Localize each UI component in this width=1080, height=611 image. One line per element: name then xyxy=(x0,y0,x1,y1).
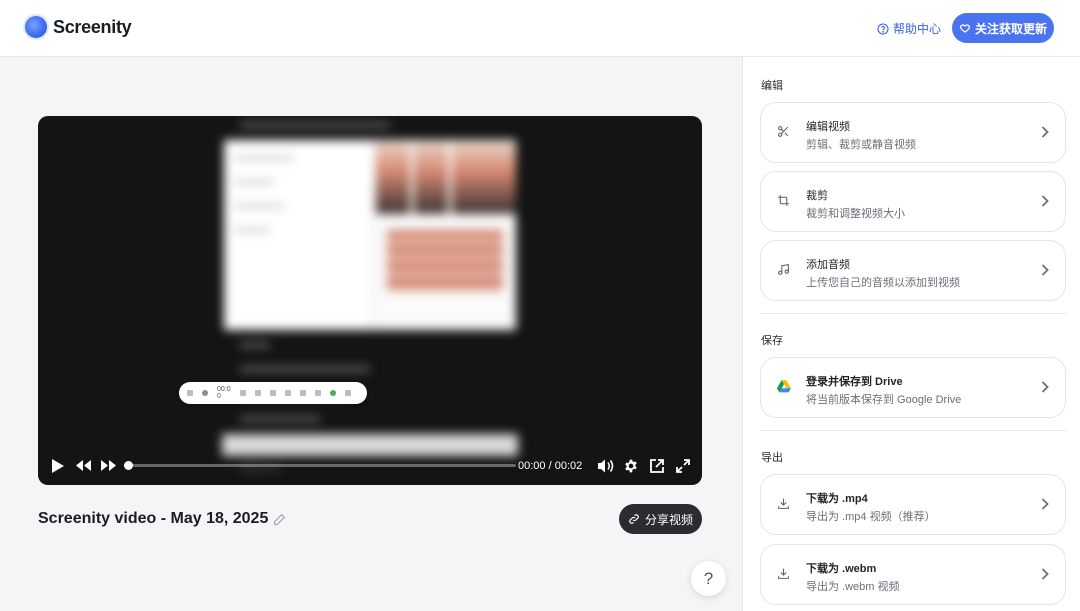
download-webm-card[interactable]: 下载为 .webm 导出为 .webm 视频 xyxy=(760,544,1066,605)
camera-icon xyxy=(345,390,351,396)
pencil-edit-icon[interactable] xyxy=(273,513,286,526)
video-title-text: Screenity video - May 18, 2025 xyxy=(38,510,269,527)
section-divider xyxy=(760,430,1066,431)
video-frame: 前往GitHub xyxy=(220,116,520,485)
help-center-link[interactable]: 帮助中心 xyxy=(877,20,941,37)
play-icon[interactable] xyxy=(51,458,65,474)
save-section-title: 保存 xyxy=(761,335,783,347)
microphone-icon xyxy=(330,390,336,396)
crop-card[interactable]: 裁剪 裁剪和调整视频大小 xyxy=(760,171,1066,232)
open-external-icon[interactable] xyxy=(650,459,664,473)
drag-handle-icon xyxy=(187,390,193,396)
share-video-button[interactable]: 分享视频 xyxy=(619,504,702,534)
screenity-logo-icon xyxy=(25,16,47,38)
heart-icon xyxy=(959,24,971,33)
card-subtitle: 将当前版本保存到 Google Drive xyxy=(806,394,962,406)
recorder-timer: 00:0 0 xyxy=(217,386,231,400)
google-drive-icon xyxy=(777,380,791,393)
card-subtitle: 导出为 .mp4 视频（推荐） xyxy=(806,511,936,523)
highlighter-icon xyxy=(300,390,306,396)
chevron-right-icon xyxy=(1041,195,1049,207)
card-title: 编辑视频 xyxy=(806,121,850,133)
edit-video-card[interactable]: 编辑视频 剪辑、裁剪或静音视频 xyxy=(760,102,1066,163)
duration: 00:02 xyxy=(554,460,583,472)
scissors-icon xyxy=(778,126,789,137)
section-divider xyxy=(760,313,1066,314)
video-title[interactable]: Screenity video - May 18, 2025 xyxy=(38,510,286,528)
actions-panel: 编辑 编辑视频 剪辑、裁剪或静音视频 裁剪 裁剪和调整视频大小 添加音频 上传您… xyxy=(742,57,1080,611)
player-controls: 00:00 / 00:02 xyxy=(38,448,702,485)
export-section-title: 导出 xyxy=(761,452,783,464)
question-circle-icon xyxy=(877,22,889,35)
fast-forward-icon[interactable] xyxy=(101,460,116,471)
fullscreen-icon[interactable] xyxy=(676,459,690,473)
share-video-label: 分享视频 xyxy=(644,512,693,527)
follow-updates-label: 关注获取更新 xyxy=(974,21,1047,36)
cursor-icon xyxy=(315,390,321,396)
progress-bar[interactable] xyxy=(127,464,516,467)
crop-icon xyxy=(778,195,789,206)
download-icon xyxy=(778,568,789,579)
card-title: 下载为 .mp4 xyxy=(806,493,868,505)
volume-icon[interactable] xyxy=(598,459,614,473)
chevron-right-icon xyxy=(1041,381,1049,393)
card-title: 下载为 .webm xyxy=(806,563,877,575)
card-subtitle: 上传您自己的音频以添加到视频 xyxy=(806,277,960,289)
card-subtitle: 裁剪和调整视频大小 xyxy=(806,208,905,220)
settings-gear-icon[interactable] xyxy=(624,459,638,473)
time-display: 00:00 / 00:02 xyxy=(518,460,582,472)
card-title: 登录并保存到 Drive xyxy=(806,376,903,388)
chevron-right-icon xyxy=(1041,568,1049,580)
link-icon xyxy=(629,514,639,524)
video-player[interactable]: 前往GitHub 00:0 0 00:00 / 00:02 xyxy=(38,116,702,485)
record-icon xyxy=(202,390,208,396)
help-fab-label: ? xyxy=(703,568,714,588)
help-center-label: 帮助中心 xyxy=(893,22,942,36)
pen-icon xyxy=(285,390,291,396)
chevron-right-icon xyxy=(1041,264,1049,276)
card-title: 添加音频 xyxy=(806,259,850,271)
recorder-toolbar-overlay: 00:0 0 xyxy=(179,382,367,404)
help-fab-button[interactable]: ? xyxy=(691,561,726,596)
time-separator: / xyxy=(548,460,552,472)
edit-section-title: 编辑 xyxy=(761,80,783,92)
pause-icon xyxy=(255,390,261,396)
rewind-icon[interactable] xyxy=(76,460,91,471)
top-header: Screenity 帮助中心 关注获取更新 xyxy=(0,0,1080,57)
chevron-right-icon xyxy=(1041,126,1049,138)
progress-knob[interactable] xyxy=(124,461,133,470)
save-to-drive-card[interactable]: 登录并保存到 Drive 将当前版本保存到 Google Drive xyxy=(760,357,1066,418)
chevron-right-icon xyxy=(1041,498,1049,510)
card-subtitle: 剪辑、裁剪或静音视频 xyxy=(806,139,916,151)
restart-icon xyxy=(240,390,246,396)
download-mp4-card[interactable]: 下载为 .mp4 导出为 .mp4 视频（推荐） xyxy=(760,474,1066,535)
current-time: 00:00 xyxy=(518,460,546,472)
follow-updates-button[interactable]: 关注获取更新 xyxy=(952,13,1054,43)
add-audio-card[interactable]: 添加音频 上传您自己的音频以添加到视频 xyxy=(760,240,1066,301)
music-note-icon xyxy=(778,263,789,275)
card-subtitle: 导出为 .webm 视频 xyxy=(806,581,900,593)
brand-logo[interactable]: Screenity xyxy=(25,16,132,38)
brand-name: Screenity xyxy=(53,16,132,37)
trash-icon xyxy=(270,390,276,396)
download-icon xyxy=(778,498,789,509)
card-title: 裁剪 xyxy=(806,190,828,202)
